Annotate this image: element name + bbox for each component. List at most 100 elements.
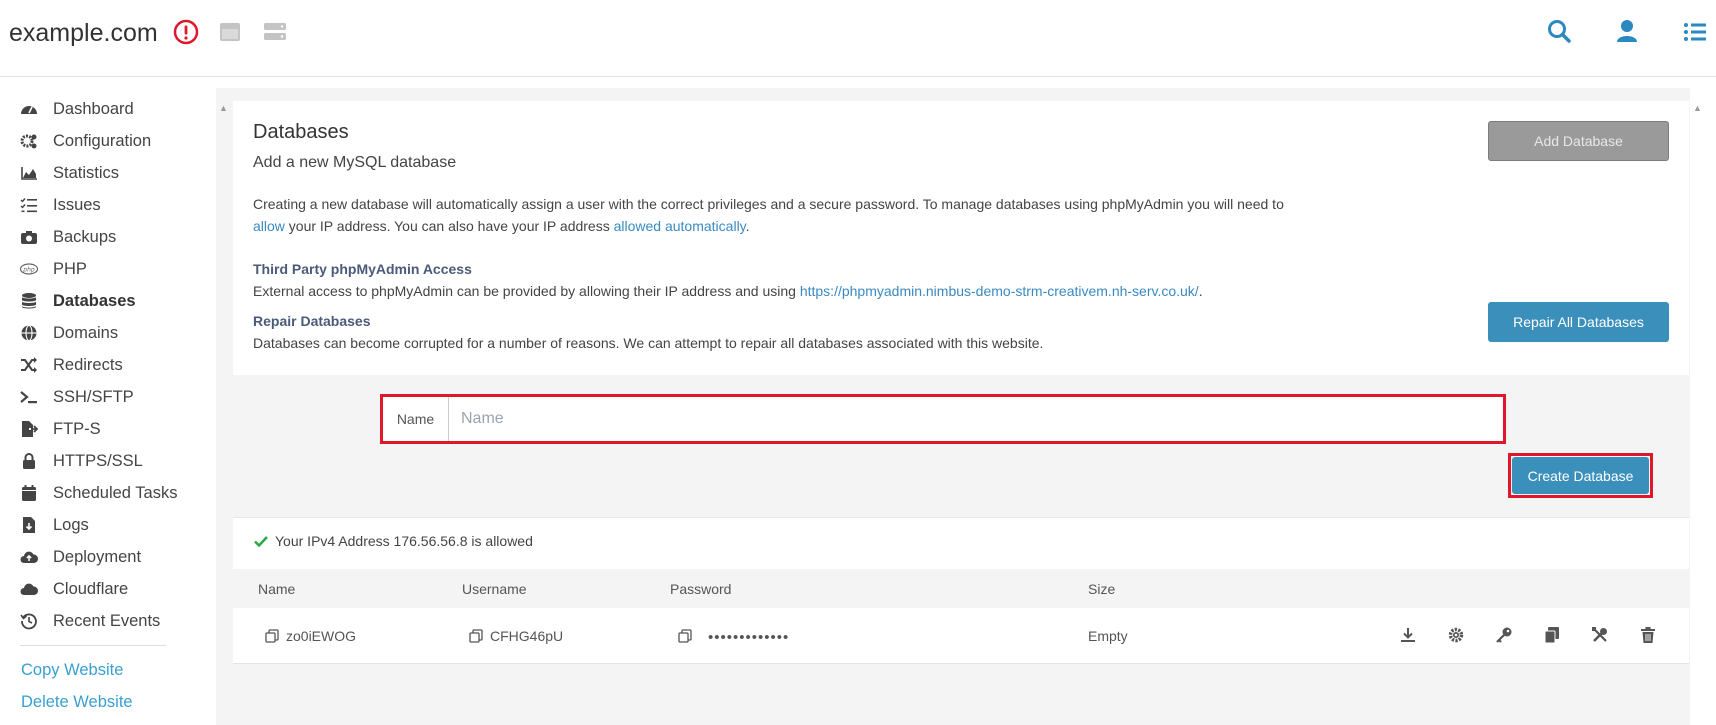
- allow-link[interactable]: allow: [253, 218, 285, 234]
- third-party-heading: Third Party phpMyAdmin Access: [253, 261, 472, 277]
- intro-text-2: your IP address. You can also have your …: [284, 218, 614, 234]
- sidebar-item-redirects[interactable]: Redirects: [20, 351, 210, 379]
- db-size-value: Empty: [1088, 628, 1128, 644]
- tools-icon[interactable]: [1591, 626, 1609, 644]
- sidebar-item-label: Databases: [53, 291, 136, 310]
- repair-heading: Repair Databases: [253, 313, 371, 329]
- sidebar-item-recent-events[interactable]: Recent Events: [20, 607, 210, 635]
- ip-allowed-status: Your IPv4 Address 176.56.56.8 is allowed: [275, 533, 533, 549]
- sidebar-item-domains[interactable]: Domains: [20, 319, 210, 347]
- check-icon: [253, 533, 269, 549]
- column-header-size[interactable]: Size: [1088, 581, 1115, 597]
- repair-all-databases-button[interactable]: Repair All Databases: [1488, 302, 1669, 342]
- sidebar-item-cloudflare[interactable]: Cloudflare: [20, 575, 210, 603]
- sidebar-item-label: SSH/SFTP: [53, 387, 134, 406]
- delete-website-link[interactable]: Delete Website: [21, 693, 133, 712]
- lock-icon: [20, 452, 38, 470]
- scroll-up-arrow-left[interactable]: ▲: [219, 103, 229, 113]
- sidebar-item-https-ssl[interactable]: HTTPS/SSL: [20, 447, 210, 475]
- sidebar-item-label: Scheduled Tasks: [53, 483, 178, 502]
- camera-icon: [20, 228, 38, 246]
- sidebar-item-php[interactable]: php PHP: [20, 255, 210, 283]
- globe-icon: [20, 324, 38, 342]
- sidebar-item-label: Issues: [53, 195, 101, 214]
- sidebar-item-label: Configuration: [53, 131, 152, 150]
- intro-text-1: Creating a new database will automatical…: [253, 196, 1284, 212]
- sidebar-item-logs[interactable]: Logs: [20, 511, 210, 539]
- copy-database-icon[interactable]: [1543, 626, 1561, 644]
- terminal-icon: [20, 388, 38, 406]
- allowed-automatically-link[interactable]: allowed automatically: [614, 218, 746, 234]
- alert-icon[interactable]: [173, 19, 199, 45]
- add-database-button[interactable]: Add Database: [1488, 121, 1669, 161]
- copy-icon[interactable]: [678, 628, 692, 643]
- phpmyadmin-url-link[interactable]: https://phpmyadmin.nimbus-demo-strm-crea…: [800, 283, 1199, 299]
- gears-icon: [20, 132, 38, 150]
- server-icon[interactable]: [262, 19, 288, 45]
- third-party-text: External access to phpMyAdmin can be pro…: [253, 283, 1203, 299]
- download-icon[interactable]: [1399, 626, 1417, 644]
- sidebar-item-issues[interactable]: Issues: [20, 191, 210, 219]
- sidebar-item-deployment[interactable]: Deployment: [20, 543, 210, 571]
- database-icon: [20, 292, 38, 310]
- db-username-value: CFHG46pU: [490, 628, 564, 644]
- name-field-label: Name: [383, 397, 449, 441]
- db-size-cell: Empty: [1088, 628, 1128, 644]
- database-info-card: [233, 101, 1689, 375]
- sidebar-item-dashboard[interactable]: Dashboard: [20, 95, 210, 123]
- sidebar-item-statistics[interactable]: Statistics: [20, 159, 210, 187]
- shuffle-icon: [20, 356, 38, 374]
- php-icon: php: [20, 260, 38, 278]
- sidebar-item-label: Deployment: [53, 547, 142, 566]
- search-icon[interactable]: [1546, 18, 1572, 44]
- site-title[interactable]: example.com: [9, 19, 158, 48]
- column-header-name[interactable]: Name: [258, 581, 295, 597]
- column-header-username[interactable]: Username: [462, 581, 527, 597]
- gear-icon[interactable]: [1447, 626, 1465, 644]
- history-icon: [20, 612, 38, 630]
- main-bottom-area: [233, 664, 1689, 725]
- third-party-text-end: .: [1198, 283, 1203, 299]
- list-menu-icon[interactable]: [1682, 19, 1708, 45]
- intro-text-3: .: [745, 218, 750, 234]
- db-password-value: •••••••••••••: [708, 629, 790, 646]
- copy-icon[interactable]: [469, 629, 483, 643]
- calendar-icon: [20, 484, 38, 502]
- file-export-icon: [20, 420, 38, 438]
- sidebar-item-scheduled-tasks[interactable]: Scheduled Tasks: [20, 479, 210, 507]
- sidebar-item-configuration[interactable]: Configuration: [20, 127, 210, 155]
- db-name-value: zo0iEWOG: [286, 628, 357, 644]
- sidebar-item-label: Domains: [53, 323, 119, 342]
- db-password-cell: •••••••••••••: [678, 625, 789, 646]
- cloud-upload-icon: [20, 548, 38, 566]
- database-name-input[interactable]: [449, 397, 1503, 441]
- scroll-up-arrow-right[interactable]: ▲: [1693, 103, 1703, 113]
- create-database-button[interactable]: Create Database: [1512, 457, 1649, 494]
- user-icon[interactable]: [1614, 18, 1640, 44]
- svg-text:php: php: [22, 267, 35, 274]
- repair-text: Databases can become corrupted for a num…: [253, 335, 1044, 351]
- sidebar-item-ssh-sftp[interactable]: SSH/SFTP: [20, 383, 210, 411]
- copy-icon[interactable]: [265, 629, 279, 643]
- key-icon[interactable]: [1495, 626, 1513, 644]
- sidebar-item-backups[interactable]: Backups: [20, 223, 210, 251]
- checklist-icon: [20, 196, 38, 214]
- sidebar-item-label: PHP: [53, 259, 87, 278]
- sidebar-divider: [20, 645, 166, 646]
- name-input-group: Name: [380, 394, 1506, 444]
- page-title: Databases: [253, 121, 349, 143]
- sidebar-item-label: Recent Events: [53, 611, 161, 630]
- copy-website-link[interactable]: Copy Website: [21, 661, 123, 680]
- sidebar-item-label: Cloudflare: [53, 579, 129, 598]
- sidebar-item-label: Redirects: [53, 355, 123, 374]
- sidebar-item-label: HTTPS/SSL: [53, 451, 143, 470]
- sidebar-item-label: Statistics: [53, 163, 120, 182]
- file-download-icon: [20, 516, 38, 534]
- sidebar-item-ftp-s[interactable]: FTP-S: [20, 415, 210, 443]
- sidebar-item-label: Dashboard: [53, 99, 134, 118]
- sidebar-item-label: Logs: [53, 515, 89, 534]
- trash-icon[interactable]: [1639, 626, 1657, 644]
- column-header-password[interactable]: Password: [670, 581, 731, 597]
- sidebar-item-databases[interactable]: Databases: [20, 287, 210, 315]
- window-icon[interactable]: [217, 19, 243, 45]
